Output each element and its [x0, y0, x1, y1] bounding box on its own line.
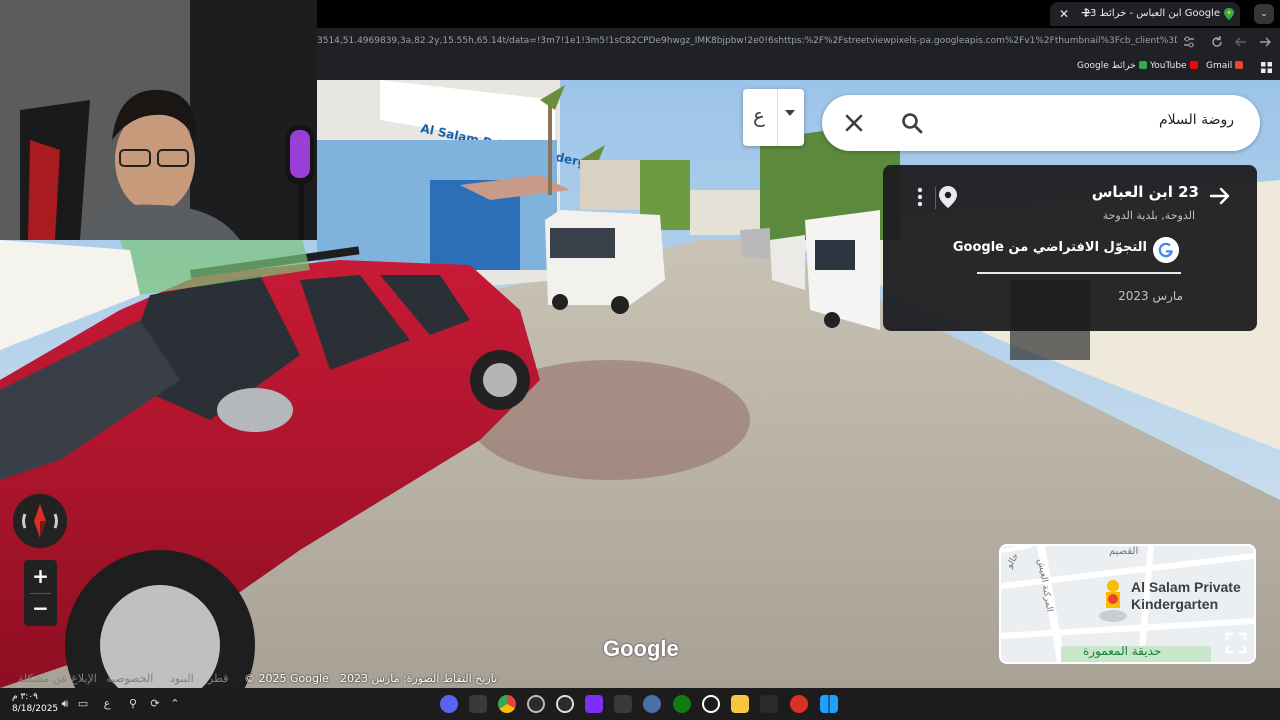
- input-tools-button[interactable]: ع: [743, 89, 804, 146]
- input-language[interactable]: ع: [100, 697, 114, 710]
- app-icon[interactable]: [790, 695, 808, 713]
- streamer-camera-feed: [0, 0, 317, 240]
- capture-date[interactable]: مارس 2023: [1118, 289, 1183, 303]
- compass-control[interactable]: [13, 494, 67, 548]
- location-subtitle: الدوحة, بلدية الدوحة: [1102, 209, 1195, 222]
- divider: [935, 187, 936, 209]
- microphone-icon[interactable]: ⚲: [126, 697, 140, 710]
- settings-app-icon[interactable]: [643, 695, 661, 713]
- bookmark-label: Google خرائط: [1077, 61, 1136, 71]
- file-explorer-icon[interactable]: [731, 695, 749, 713]
- back-icon[interactable]: [1257, 34, 1273, 50]
- tab-title: 23 ابن العباس - خرائط Google: [1083, 8, 1220, 19]
- map-footer: تاريخ التقاط الصورة: مارس 2023 © 2025 Go…: [0, 670, 497, 688]
- search-app-icon[interactable]: [702, 695, 720, 713]
- place-label: Al Salam Private Kindergarten: [1131, 579, 1241, 613]
- arrow-right-icon[interactable]: [1209, 185, 1231, 207]
- maps-icon: [1138, 61, 1147, 69]
- network-icon[interactable]: ▭: [76, 697, 90, 710]
- clock[interactable]: ٣:٠٩ م 8/18/2025: [12, 691, 58, 715]
- sync-icon[interactable]: ⟳: [148, 697, 162, 710]
- next-app-icon[interactable]: [585, 695, 603, 713]
- tab-search-button[interactable]: ⌄: [1254, 4, 1274, 24]
- map-pin-icon[interactable]: [939, 186, 957, 208]
- search-input[interactable]: روضة السلام: [1159, 112, 1234, 128]
- mini-map[interactable]: القصيم المركبة العيش حالو Al Salam Priva…: [999, 544, 1256, 664]
- clock-date: 8/18/2025: [12, 704, 59, 714]
- bookmark-label: Gmail: [1206, 61, 1233, 71]
- discord-app-icon[interactable]: [440, 695, 458, 713]
- copyright: © 2025 Google: [244, 672, 329, 685]
- search-box[interactable]: روضة السلام: [822, 95, 1260, 151]
- site-settings-icon[interactable]: [1181, 34, 1197, 50]
- google-logo-icon: [1153, 237, 1179, 263]
- chevron-up-icon[interactable]: ⌃: [168, 697, 182, 710]
- place-label-line2: Kindergarten: [1131, 596, 1219, 612]
- park-label: حديقة المعمورة: [1083, 644, 1162, 658]
- new-tab-button[interactable]: +: [1078, 5, 1094, 21]
- zoom-in-button[interactable]: +: [24, 560, 57, 593]
- terms-link[interactable]: البنود: [170, 672, 194, 685]
- fullscreen-icon[interactable]: [1225, 632, 1247, 654]
- compass-icon[interactable]: [13, 494, 67, 548]
- bookmark-gmail[interactable]: Gmail: [1206, 61, 1246, 71]
- app-icon[interactable]: [469, 695, 487, 713]
- underline-indicator: [977, 272, 1181, 274]
- windows-taskbar: ٣:٠٩ م 8/18/2025 🔊︎ ▭ ع ⚲ ⟳ ⌃: [0, 688, 1280, 720]
- pegman-icon[interactable]: [1097, 578, 1129, 622]
- gmail-icon: [1235, 61, 1244, 69]
- place-label-line1: Al Salam Private: [1131, 579, 1241, 595]
- location-info-card: 23 ابن العباس الدوحة, بلدية الدوحة التجو…: [883, 165, 1257, 331]
- maps-pin-icon: [1224, 8, 1234, 20]
- close-icon[interactable]: [842, 111, 866, 135]
- tab-close-icon[interactable]: ✕: [1056, 6, 1072, 22]
- location-title[interactable]: 23 ابن العباس: [1092, 183, 1199, 201]
- url-text[interactable]: 3514,51.4969839,3a,82.2y,15.55h,65.14t/d…: [317, 36, 1177, 46]
- language-label: ع: [753, 103, 765, 127]
- chrome-app-icon[interactable]: [498, 695, 516, 713]
- zoom-control: + −: [24, 560, 57, 626]
- report-problem-link[interactable]: الإبلاغ عن مشكلة: [18, 672, 97, 685]
- obs-app-icon[interactable]: [556, 695, 574, 713]
- road-label: القصيم: [1109, 546, 1139, 557]
- image-capture-date: تاريخ التقاط الصورة: مارس 2023: [340, 672, 498, 685]
- reload-icon[interactable]: [1209, 34, 1225, 50]
- editor-app-icon[interactable]: [614, 695, 632, 713]
- google-watermark: Google: [603, 636, 679, 661]
- search-icon[interactable]: [900, 111, 924, 135]
- divider: [777, 89, 778, 146]
- zoom-out-button[interactable]: −: [24, 593, 57, 626]
- clock-time: ٣:٠٩ م: [12, 692, 38, 702]
- steam-app-icon[interactable]: [527, 695, 545, 713]
- apps-grid-icon[interactable]: [1261, 62, 1272, 73]
- forward-icon[interactable]: [1233, 34, 1249, 50]
- country-link[interactable]: قطر: [208, 672, 228, 685]
- chevron-down-icon[interactable]: [785, 109, 795, 117]
- privacy-link[interactable]: الخصوصية: [106, 672, 153, 685]
- youtube-icon: [1189, 61, 1198, 69]
- bookmark-youtube[interactable]: YouTube: [1150, 61, 1201, 71]
- xbox-app-icon[interactable]: [673, 695, 691, 713]
- volume-icon[interactable]: 🔊︎: [58, 697, 72, 711]
- app-icon[interactable]: [760, 695, 778, 713]
- virtual-tour-link[interactable]: التجوّل الافتراضي من Google: [953, 240, 1147, 255]
- more-options-icon[interactable]: [916, 186, 924, 208]
- bookmark-maps[interactable]: Google خرائط: [1077, 61, 1150, 71]
- bookmark-label: YouTube: [1150, 61, 1187, 71]
- windows-start-icon[interactable]: [820, 695, 838, 713]
- webcam-overlay: [0, 0, 317, 240]
